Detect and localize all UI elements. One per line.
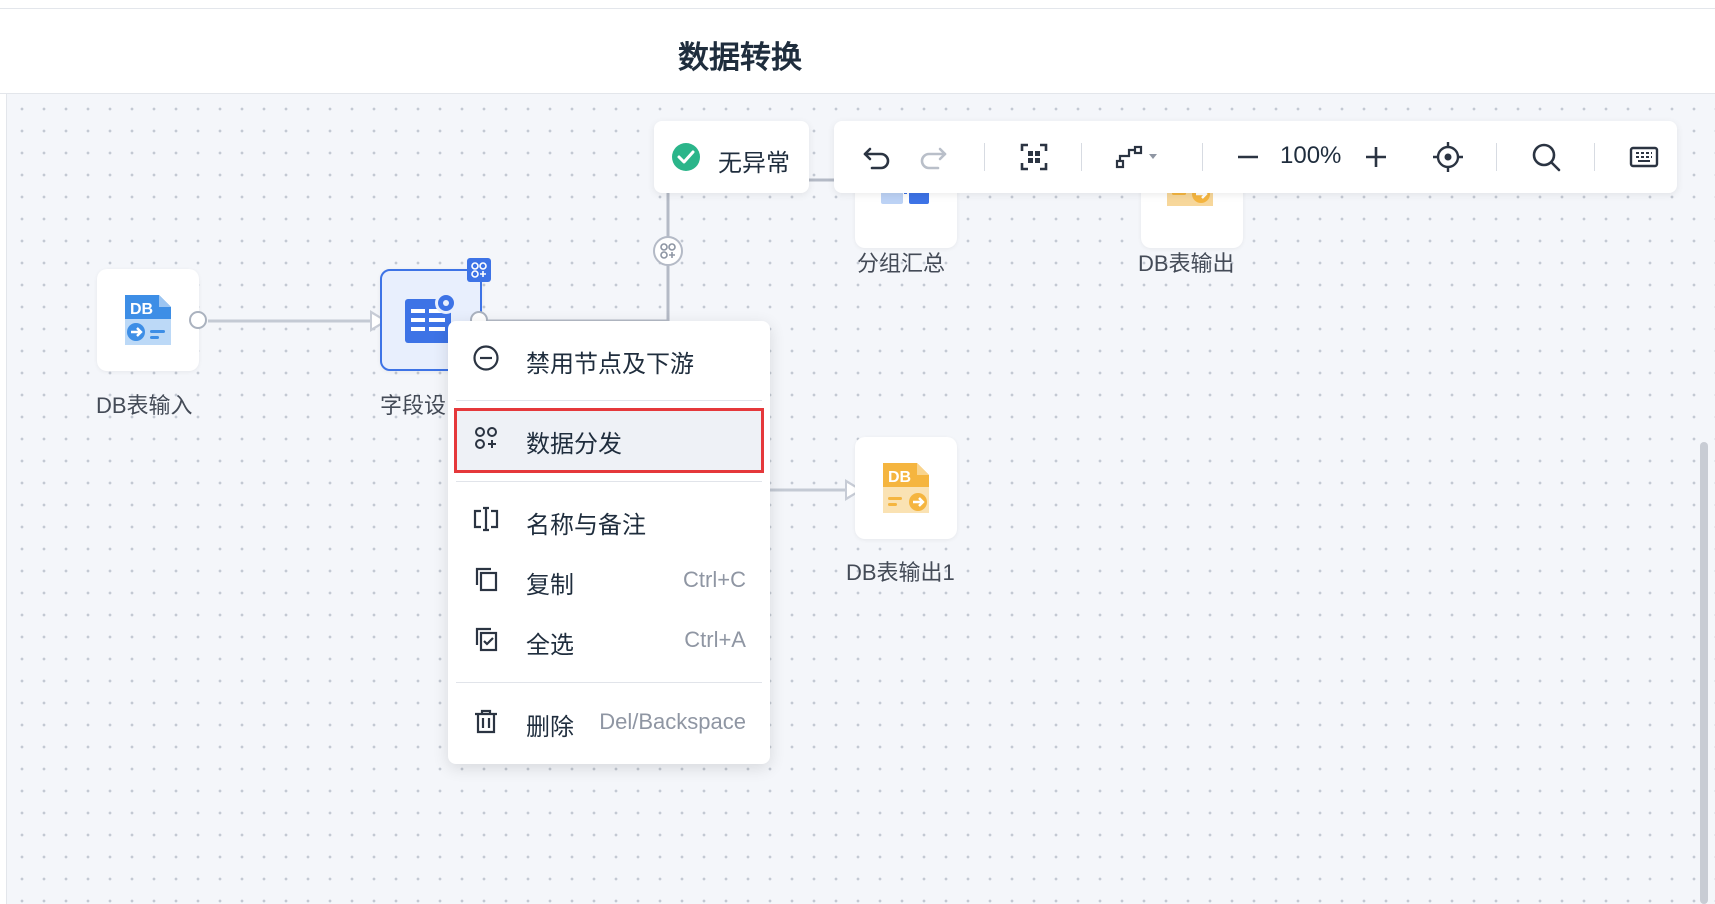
toolbar-divider — [1594, 143, 1595, 171]
node-db-output1[interactable]: DB — [855, 437, 957, 539]
rename-icon — [473, 506, 499, 532]
menu-item-shortcut: Ctrl+C — [683, 567, 746, 592]
menu-item-shortcut: Ctrl+A — [684, 627, 746, 652]
menu-item-label: 复制 — [526, 572, 574, 599]
trash-icon — [475, 709, 497, 734]
menu-item-label: 数据分发 — [526, 431, 622, 458]
menu-divider — [456, 481, 762, 482]
fit-view-icon — [1020, 143, 1048, 171]
node-label-db-input: DB表输入 — [96, 393, 193, 418]
fit-view-button[interactable] — [1016, 139, 1052, 175]
distribute-badge-icon — [467, 258, 491, 282]
status-label: 无异常 — [718, 150, 790, 177]
toolbar-divider — [1202, 143, 1203, 171]
menu-item-label: 全选 — [526, 632, 574, 659]
menu-divider — [456, 682, 762, 683]
minus-icon — [1238, 155, 1258, 159]
page-title: 数据转换 — [678, 40, 802, 75]
node-label-group-summary: 分组汇总 — [857, 251, 946, 276]
toolbar-divider — [1496, 143, 1497, 171]
menu-item-label: 删除 — [526, 714, 574, 741]
page-header: 数据转换 — [0, 8, 1715, 94]
search-button[interactable] — [1528, 139, 1564, 175]
minus-circle-icon — [473, 345, 499, 371]
search-icon — [1532, 143, 1561, 172]
menu-item-label: 禁用节点及下游 — [526, 351, 694, 378]
layout-icon — [1115, 145, 1157, 169]
undo-button[interactable] — [860, 139, 896, 175]
toolbar-divider — [1081, 143, 1082, 171]
undo-icon — [863, 147, 890, 170]
node-label-db-output: DB表输出 — [1138, 251, 1235, 276]
toolbar-divider — [984, 143, 985, 171]
node-db-input[interactable]: DB — [97, 269, 199, 371]
zoom-out-button[interactable] — [1230, 139, 1266, 175]
canvas-toolbar: 100% — [834, 121, 1677, 193]
node-label-field-setting: 字段设 — [380, 393, 447, 418]
context-menu: 禁用节点及下游 数据分发 名称与备注 复制 Ctrl+C 全选 Ctrl+A 删… — [448, 321, 770, 764]
zoom-in-button[interactable] — [1358, 139, 1394, 175]
copy-icon — [475, 567, 498, 592]
menu-item-disable-downstream[interactable]: 禁用节点及下游 — [454, 328, 764, 388]
svg-text:DB: DB — [130, 301, 153, 318]
db-input-icon: DB — [119, 291, 177, 349]
redo-button[interactable] — [914, 139, 950, 175]
canvas-scrollbar[interactable] — [1700, 442, 1708, 904]
plus-icon — [1366, 147, 1386, 167]
menu-item-select-all[interactable]: 全选 Ctrl+A — [454, 609, 764, 669]
menu-divider — [456, 400, 762, 401]
redo-icon — [920, 147, 947, 170]
status-indicator[interactable]: 无异常 — [654, 121, 809, 193]
menu-item-shortcut: Del/Backspace — [599, 709, 746, 734]
locate-button[interactable] — [1430, 139, 1466, 175]
crosshair-icon — [1433, 142, 1463, 172]
svg-text:DB: DB — [888, 469, 911, 486]
zoom-level: 100% — [1280, 142, 1342, 169]
menu-item-data-distribute[interactable]: 数据分发 — [454, 408, 764, 473]
distribute-icon — [475, 427, 497, 449]
db-input-out-port[interactable] — [189, 311, 207, 329]
menu-item-delete[interactable]: 删除 Del/Backspace — [454, 691, 764, 751]
keyboard-icon — [1629, 146, 1659, 168]
check-circle-icon — [672, 143, 700, 171]
menu-item-copy[interactable]: 复制 Ctrl+C — [454, 549, 764, 609]
layout-dropdown[interactable] — [1112, 139, 1164, 175]
keyboard-shortcuts-button[interactable] — [1626, 139, 1662, 175]
edge-split-icon[interactable] — [653, 236, 683, 266]
menu-item-rename[interactable]: 名称与备注 — [454, 489, 764, 549]
node-label-db-output1: DB表输出1 — [846, 560, 955, 585]
db-output1-icon: DB — [877, 459, 935, 517]
menu-item-label: 名称与备注 — [526, 512, 646, 539]
select-all-icon — [475, 627, 498, 652]
